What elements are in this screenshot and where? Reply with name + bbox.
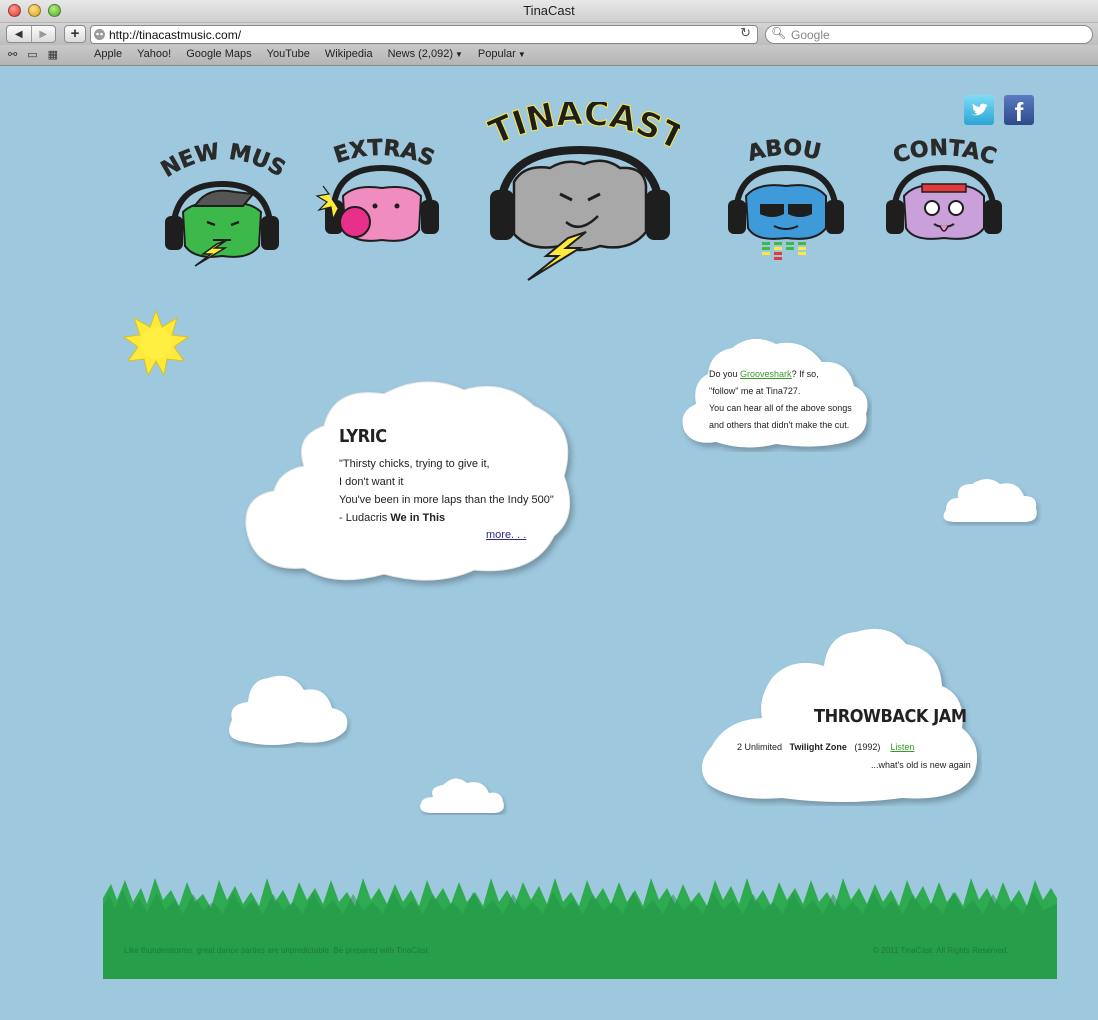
bookmarks-bar: ⚯ ▭ ▦ Apple Yahoo! Google Maps YouTube W… <box>0 45 1098 66</box>
bookmark-apple[interactable]: Apple <box>94 48 122 60</box>
grooveshark-link[interactable]: Grooveshark <box>740 369 792 379</box>
cap-icon <box>193 189 255 207</box>
headband-icon <box>921 183 967 193</box>
bookmark-popular-folder[interactable]: Popular ▼ <box>478 48 526 60</box>
grooveshark-text: ? If so, <box>791 369 819 379</box>
lyric-song: We in This <box>390 512 446 524</box>
history-buttons: ◀ ▶ <box>6 25 56 43</box>
footer-tagline: Like thunderstorms, great dance parties … <box>124 946 430 955</box>
blue-cloud-face-icon <box>744 184 827 240</box>
search-icon: 🔍︎ <box>771 26 787 40</box>
bookmark-links: Apple Yahoo! Google Maps YouTube Wikiped… <box>94 48 526 60</box>
decorative-cloud <box>229 675 348 745</box>
page-content: f NEW MUSIC EXTRAS TINACAST <box>0 66 1098 1020</box>
bookmark-news-label: News (2,092) <box>387 48 453 60</box>
decorative-cloud <box>943 479 1037 522</box>
forward-arrow-icon: ▶ <box>39 28 48 40</box>
twitter-bird-icon <box>971 103 988 116</box>
decorative-cloud <box>420 778 504 813</box>
lyric-card: LYRIC "Thirsty chicks, trying to give it… <box>339 426 569 527</box>
throwback-track: 2 Unlimited Twilight Zone (1992) Listen <box>737 742 914 752</box>
bubble-gum-icon <box>339 206 371 238</box>
twitter-link[interactable] <box>964 95 994 125</box>
sun-icon <box>122 309 190 377</box>
nav-extras[interactable]: EXTRAS <box>305 134 440 254</box>
site-favicon-icon <box>94 29 105 40</box>
lyric-line: "Thirsty chicks, trying to give it, <box>339 458 490 470</box>
facebook-link[interactable]: f <box>1004 95 1034 127</box>
tinacast-logo[interactable]: TINACAST <box>480 102 680 287</box>
nav-new-music-label: NEW MUSIC <box>155 134 289 183</box>
forward-button[interactable]: ▶ <box>30 26 56 42</box>
bookmark-yahoo[interactable]: Yahoo! <box>137 48 171 60</box>
back-arrow-icon: ◀ <box>14 28 23 40</box>
search-field[interactable]: 🔍︎ Google <box>765 25 1093 44</box>
reload-icon[interactable]: ↻ <box>740 26 751 41</box>
search-placeholder: Google <box>791 28 830 42</box>
grooveshark-text: Do you <box>709 369 741 379</box>
throwback-tagline: ...what's old is new again <box>871 760 971 770</box>
nav-new-music[interactable]: NEW MUSIC <box>155 134 290 269</box>
grooveshark-line: and others that didn't make the cut. <box>709 420 850 430</box>
facebook-f-icon: f <box>1014 97 1024 127</box>
grooveshark-card: Do you Grooveshark? If so, "follow" me a… <box>709 366 869 434</box>
throwback-heading: THROWBACK JAM <box>814 706 967 727</box>
lyric-line: You've been in more laps than the Indy 5… <box>339 494 554 506</box>
back-button[interactable]: ◀ <box>7 26 31 42</box>
nav-contact[interactable]: CONTACT <box>880 134 1010 254</box>
lyric-line: I don't want it <box>339 476 404 488</box>
nav-about-label: ABOUT <box>722 134 823 167</box>
bookmark-tools: ⚯ ▭ ▦ <box>8 48 58 61</box>
grooveshark-line: Do you Grooveshark? If so, <box>709 366 869 383</box>
lyric-credit: - Ludacris We in This <box>339 509 569 527</box>
window-title: TinaCast <box>523 3 575 18</box>
footer-copyright: © 2011 TinaCast. All Rights Reserved. <box>873 946 1009 955</box>
equalizer-bars-icon <box>762 242 806 260</box>
lyric-more-link[interactable]: more. . . <box>486 529 526 541</box>
nav-about[interactable]: ABOUT <box>722 134 852 269</box>
lyric-heading: LYRIC <box>339 426 387 447</box>
throwback-artist: 2 Unlimited <box>737 742 783 752</box>
lyric-body: "Thirsty chicks, trying to give it, I do… <box>339 455 569 527</box>
book-icon[interactable]: ▭ <box>27 48 37 61</box>
bookmark-google-maps[interactable]: Google Maps <box>186 48 251 60</box>
throwback-listen-link[interactable]: Listen <box>890 742 914 752</box>
grass-footer <box>103 878 1057 979</box>
lyric-artist: - Ludacris <box>339 512 391 524</box>
grooveshark-line: You can hear all of the above songs <box>709 403 852 413</box>
grooveshark-line: "follow" me at Tina727. <box>709 386 801 396</box>
url-text: http://tinacastmusic.com/ <box>109 28 242 42</box>
window-titlebar: TinaCast <box>0 0 1098 23</box>
dropdown-caret-icon: ▼ <box>517 50 526 59</box>
bookmark-youtube[interactable]: YouTube <box>267 48 310 60</box>
throwback-song: Twilight Zone <box>789 742 847 752</box>
address-bar[interactable]: http://tinacastmusic.com/ ↻ <box>90 25 758 44</box>
plus-icon: + <box>70 25 80 42</box>
browser-toolbar: ◀ ▶ + http://tinacastmusic.com/ ↻ 🔍︎ Goo… <box>0 23 1098 45</box>
nav-contact-label: CONTACT <box>880 134 999 170</box>
add-bookmark-button[interactable]: + <box>64 25 86 43</box>
throwback-year: (1992) <box>854 742 881 752</box>
reading-glasses-icon[interactable]: ⚯ <box>8 48 17 61</box>
bookmark-news-folder[interactable]: News (2,092) ▼ <box>388 48 463 60</box>
dropdown-caret-icon: ▼ <box>454 50 463 59</box>
bookmark-popular-label: Popular <box>477 48 516 60</box>
bookmark-wikipedia[interactable]: Wikipedia <box>325 48 373 60</box>
grid-icon[interactable]: ▦ <box>48 48 58 61</box>
